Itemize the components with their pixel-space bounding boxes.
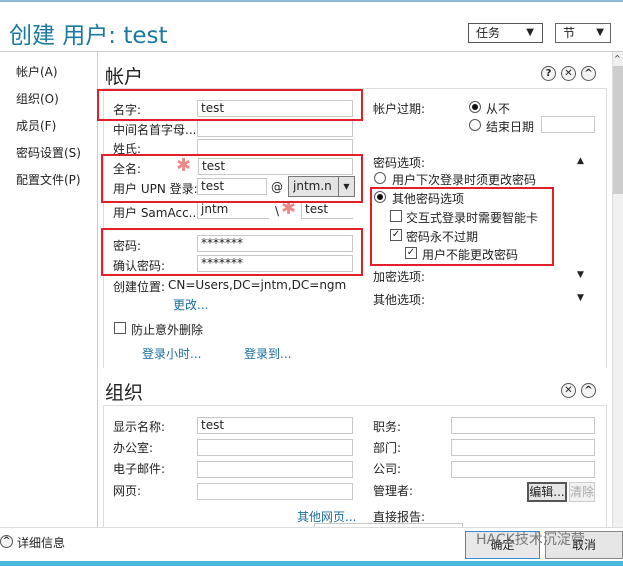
manager-label: 管理者: (373, 484, 414, 498)
other-options-section-label[interactable]: 其他选项: (373, 291, 425, 308)
expires-end-date-label: 结束日期 (486, 120, 535, 134)
sections-dropdown[interactable]: 节 ▼ (555, 23, 611, 43)
job-title-input[interactable] (451, 417, 595, 434)
create-in-value: CN=Users,DC=jntm,DC=ngm (168, 278, 347, 292)
details-label[interactable]: 详细信息 (17, 534, 65, 551)
company-label: 公司: (373, 462, 402, 476)
window-title: 创建 用户: test (9, 23, 168, 49)
expires-end-date-radio[interactable] (469, 119, 481, 131)
nav-divider (97, 52, 98, 527)
must-change-radio[interactable] (374, 172, 386, 184)
scrollbar[interactable]: ^ (612, 52, 623, 527)
encryption-options-label[interactable]: 加密选项: (373, 268, 425, 285)
logon-hours-link[interactable]: 登录小时... (142, 345, 201, 362)
email-label: 电子邮件: (113, 462, 166, 476)
webpage-input[interactable] (197, 483, 353, 500)
ok-button[interactable]: 确定 (465, 531, 540, 559)
end-date-input[interactable] (541, 116, 595, 133)
department-label: 部门: (373, 441, 402, 455)
nav-item-member-of[interactable]: 成员(F) (16, 117, 56, 134)
chevron-down-icon: ▼ (596, 27, 604, 38)
protect-checkbox[interactable] (114, 322, 126, 334)
expires-never-label: 从不 (486, 102, 511, 116)
display-name-input[interactable]: test (197, 417, 353, 434)
org-section-title: 组织 (105, 382, 144, 404)
chevron-down-icon: ▼ (526, 27, 534, 38)
display-name-label: 显示名称: (113, 420, 166, 434)
expand-details-icon[interactable]: ^ (0, 535, 13, 548)
expand-triangle-icon[interactable]: ▼ (577, 270, 584, 280)
collapse-triangle-icon[interactable]: ▲ (577, 156, 584, 166)
must-change-label: 用户下次登录时须更改密码 (392, 173, 537, 187)
sam-label: 用户 SamAcc... (113, 206, 201, 220)
password-options-label: 密码选项: (373, 156, 426, 170)
email-input[interactable] (197, 461, 353, 478)
middle-initials-label: 中间名首字母... (113, 123, 197, 137)
expand-triangle-icon[interactable]: ▼ (577, 293, 584, 303)
account-section-title: 帐户 (105, 66, 144, 88)
footer: ^ 详细信息 确定 取消 HACK技术沉淀营 (0, 527, 623, 566)
company-input[interactable] (451, 461, 595, 478)
nav-item-profile[interactable]: 配置文件(P) (16, 171, 81, 188)
highlight-box (370, 187, 554, 266)
top-border (0, 0, 623, 2)
highlight-box (97, 89, 363, 121)
logon-to-link[interactable]: 登录到... (244, 345, 291, 362)
tasks-dropdown[interactable]: 任务 ▼ (468, 23, 543, 43)
cancel-button[interactable]: 取消 (545, 531, 623, 559)
scrollbar-thumb[interactable] (613, 66, 623, 194)
sam-input[interactable]: test (301, 202, 353, 219)
job-title-label: 职务: (373, 420, 402, 434)
sections-label: 节 (563, 26, 576, 40)
scroll-up-icon[interactable]: ^ (614, 54, 621, 63)
manager-edit-button[interactable]: 编辑... (527, 482, 567, 502)
office-input[interactable] (197, 439, 353, 456)
collapse-icon[interactable]: ^ (581, 66, 596, 81)
close-icon[interactable]: ✕ (561, 383, 576, 398)
bottom-strip (0, 561, 623, 566)
protect-label: 防止意外删除 (131, 323, 204, 337)
middle-initials-input[interactable] (197, 120, 353, 137)
manager-clear-button[interactable]: 清除 (569, 482, 595, 502)
create-in-label: 创建位置: (113, 280, 166, 294)
tasks-label: 任务 (476, 26, 501, 40)
department-input[interactable] (451, 439, 595, 456)
expires-never-radio[interactable] (469, 101, 481, 113)
sam-domain: jntm (197, 202, 269, 219)
close-icon[interactable]: ✕ (561, 66, 576, 81)
nav-item-account[interactable]: 帐户(A) (16, 63, 58, 80)
header-divider (0, 51, 623, 52)
office-label: 办公室: (113, 441, 154, 455)
help-icon[interactable]: ? (541, 66, 556, 81)
expires-label: 帐户过期: (373, 102, 426, 116)
webpage-label: 网页: (113, 484, 142, 498)
nav-item-password-settings[interactable]: 密码设置(S) (16, 144, 81, 161)
sam-separator: \ (275, 204, 280, 218)
nav-item-organization[interactable]: 组织(O) (16, 90, 59, 107)
highlight-box (101, 228, 363, 276)
highlight-box (101, 154, 363, 203)
collapse-icon[interactable]: ^ (581, 383, 596, 398)
change-link[interactable]: 更改... (173, 296, 208, 313)
